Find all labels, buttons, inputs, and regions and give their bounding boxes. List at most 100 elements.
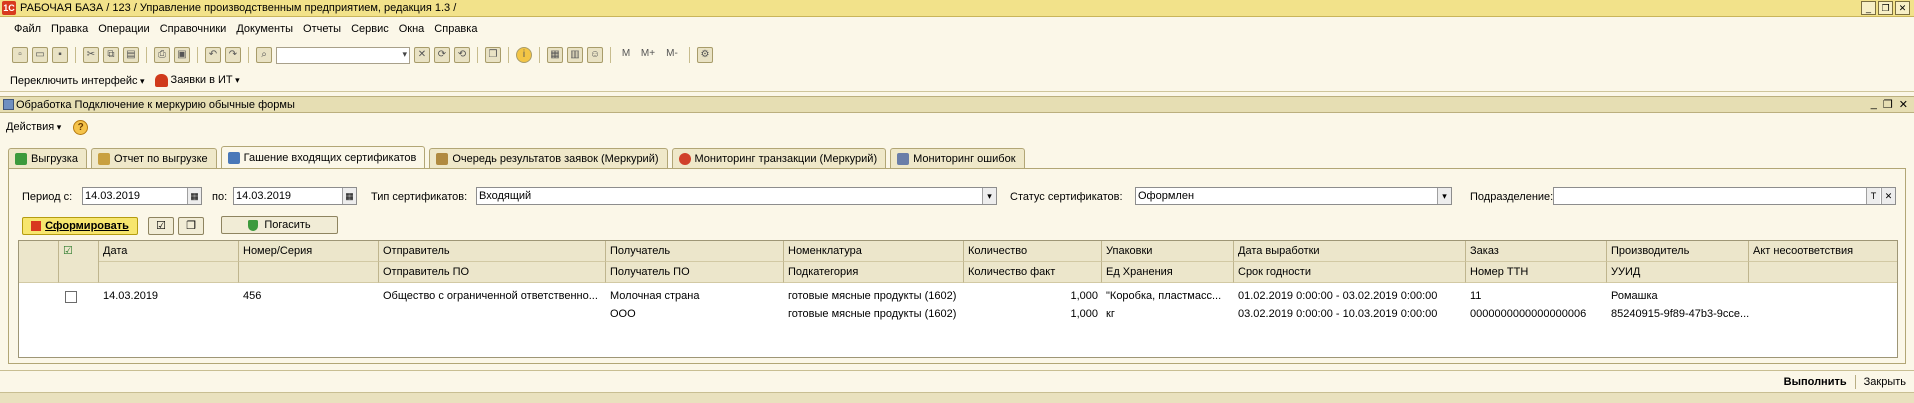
cell-date: 14.03.2019 [103,290,159,302]
menu-item-help[interactable]: Справка [434,23,477,35]
check-all-button[interactable]: ☑ [148,217,174,235]
cert-status-select[interactable]: Оформлен ▾ [1135,187,1452,205]
cell-expiry: 03.02.2019 0:00:00 - 10.03.2019 0:00:00 [1238,308,1438,320]
memory-plus-icon[interactable]: M+ [638,47,658,63]
find-next-icon[interactable]: ⟳ [434,47,450,63]
period-to-field[interactable]: 14.03.2019 ▦ [233,187,357,205]
menu-item-windows[interactable]: Окна [399,23,425,35]
col-header-nonconformity-act[interactable]: Акт несоответствия [1749,241,1897,262]
col-header-subcategory[interactable]: Подкатегория [784,262,964,283]
col-header-number[interactable]: Номер/Серия [239,241,379,262]
generate-button[interactable]: Сформировать [22,217,138,235]
calendar-icon[interactable]: ▥ [567,47,583,63]
col-header-packaging[interactable]: Упаковки [1102,241,1234,262]
form-icon [3,99,14,110]
col-header-quantity-actual[interactable]: Количество факт [964,262,1102,283]
memory-minus-icon[interactable]: M- [662,47,682,63]
text-icon[interactable]: T [1866,188,1880,204]
close-icon[interactable]: ✕ [1895,1,1910,15]
form-close-icon[interactable]: ✕ [1899,98,1908,111]
tools-icon[interactable]: ⚙ [697,47,713,63]
row-checkbox[interactable] [65,291,77,303]
print-icon[interactable]: ⎙ [154,47,170,63]
shield-icon [248,219,259,231]
toolbar-separator [146,47,147,63]
print-preview-icon[interactable]: ▣ [174,47,190,63]
col-header-receiver-po[interactable]: Получатель ПО [606,262,784,283]
uncheck-all-button[interactable]: ❐ [178,217,204,235]
toolbar-separator [197,47,198,63]
menu-item-file[interactable]: Файл [14,23,41,35]
undo-icon[interactable]: ↶ [205,47,221,63]
window-title: РАБОЧАЯ БАЗА / 123 / Управление производ… [20,2,457,14]
calendar-icon[interactable]: ▦ [187,188,201,204]
switch-interface-button[interactable]: Переключить интерфейс [10,75,145,87]
save-icon[interactable]: ▪ [52,47,68,63]
execute-button[interactable]: Выполнить [1784,376,1847,388]
restore-icon[interactable]: ❐ [1878,1,1893,15]
requests-button[interactable]: Заявки в ИТ [154,74,240,87]
col-header-uuid[interactable]: УУИД [1607,262,1749,283]
monitor-icon [897,152,910,165]
col-header-order[interactable]: Заказ [1466,241,1607,262]
paste-icon[interactable]: ▤ [123,47,139,63]
new-document-icon[interactable]: ▫ [12,47,28,63]
col-header-sender-po[interactable]: Отправитель ПО [379,262,606,283]
memory-m-icon[interactable]: M [618,47,634,63]
cert-type-select[interactable]: Входящий ▾ [476,187,997,205]
toolbar-separator [248,47,249,63]
col-header-quantity[interactable]: Количество [964,241,1102,262]
open-folder-icon[interactable]: ▭ [32,47,48,63]
info-icon[interactable]: i [516,47,532,63]
cell-producer: Ромашка [1611,290,1658,302]
find-prev-icon[interactable]: ⟲ [454,47,470,63]
redeem-button[interactable]: Погасить [221,216,338,234]
col-header-production-date[interactable]: Дата выработки [1234,241,1466,262]
form-minimize-icon[interactable]: _ [1871,98,1877,111]
menu-item-edit[interactable]: Правка [51,23,88,35]
minimize-icon[interactable]: _ [1861,1,1876,15]
check-all-icon: ☑ [156,220,166,232]
windows-icon[interactable]: ❐ [485,47,501,63]
search-combo[interactable] [276,46,410,64]
col-header-expiry[interactable]: Срок годности [1234,262,1466,283]
redo-icon[interactable]: ↷ [225,47,241,63]
clear-icon[interactable]: ✕ [1881,188,1895,204]
col-header-sender[interactable]: Отправитель [379,241,606,262]
col-header-ttn-number[interactable]: Номер ТТН [1466,262,1607,283]
tab-export[interactable]: Выгрузка [8,148,87,168]
cell-order: 11 [1470,290,1482,302]
col-header-storage-unit[interactable]: Ед Хранения [1102,262,1234,283]
calculator-icon[interactable]: ▦ [547,47,563,63]
generate-icon [31,221,42,232]
cut-icon[interactable]: ✂ [83,47,99,63]
menu-item-service[interactable]: Сервис [351,23,389,35]
users-icon[interactable]: ☺ [587,47,603,63]
close-button[interactable]: Закрыть [1864,376,1906,388]
help-icon[interactable]: ? [73,119,89,135]
menu-item-reports[interactable]: Отчеты [303,23,341,35]
search-icon[interactable]: ⌕ [256,47,272,63]
form-restore-icon[interactable]: ❐ [1883,98,1893,111]
menu-item-catalogs[interactable]: Справочники [160,23,227,35]
actions-menu[interactable]: Действия [6,121,61,133]
menu-item-documents[interactable]: Документы [236,23,293,35]
division-field[interactable]: T ✕ [1553,187,1896,205]
clear-search-icon[interactable]: ✕ [414,47,430,63]
col-header-date[interactable]: Дата [99,241,239,262]
tab-redeem-certificates[interactable]: Гашение входящих сертификатов [220,146,426,168]
tab-export-report[interactable]: Отчет по выгрузке [90,148,217,168]
tab-transaction-monitoring[interactable]: Мониторинг транзакции (Меркурий) [671,148,887,168]
menu-item-operations[interactable]: Операции [98,23,149,35]
period-from-field[interactable]: 14.03.2019 ▦ [82,187,202,205]
col-header-receiver[interactable]: Получатель [606,241,784,262]
calendar-icon[interactable]: ▦ [342,188,356,204]
chevron-down-icon[interactable]: ▾ [982,188,996,204]
chevron-down-icon[interactable]: ▾ [1437,188,1451,204]
tab-request-queue[interactable]: Очередь результатов заявок (Меркурий) [429,148,668,168]
table-header-check[interactable]: ☑ [59,241,99,283]
col-header-producer[interactable]: Производитель [1607,241,1749,262]
col-header-nomenclature[interactable]: Номенклатура [784,241,964,262]
copy-icon[interactable]: ⧉ [103,47,119,63]
tab-error-monitoring[interactable]: Мониторинг ошибок [890,148,1025,168]
